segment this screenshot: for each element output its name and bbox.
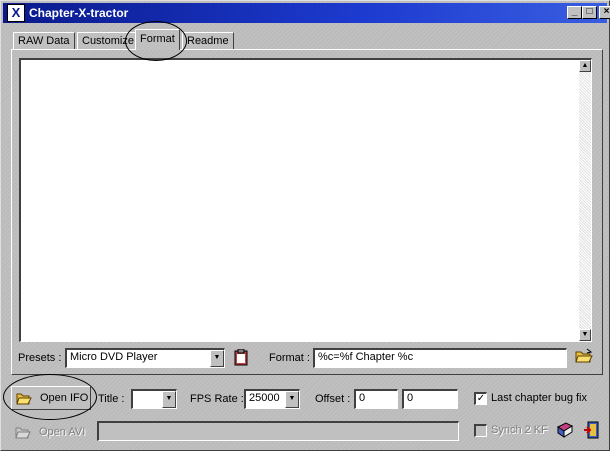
open-ifo-label: Open IFO <box>40 392 89 404</box>
offset-input-1[interactable]: 0 <box>354 389 398 409</box>
presets-label: Presets : <box>18 352 62 364</box>
title-select[interactable]: ▼ <box>131 389 177 409</box>
synch-checkbox[interactable] <box>474 424 487 437</box>
offset-input-2[interactable]: 0 <box>402 389 458 409</box>
vertical-scrollbar[interactable]: ▲ ▼ <box>579 60 591 341</box>
offset-label: Offset : <box>315 393 351 405</box>
window-title: Chapter-X-tractor <box>29 6 129 20</box>
book-icon[interactable] <box>556 422 574 438</box>
avi-path-input[interactable] <box>97 421 459 441</box>
presets-selected-value: Micro DVD Player <box>70 351 158 363</box>
title-bar[interactable]: X Chapter-X-tractor _ □ × <box>3 3 610 23</box>
tab-customize[interactable]: Customize <box>77 32 139 49</box>
tab-format[interactable]: Format <box>135 29 180 50</box>
last-chapter-fix-checkbox[interactable]: ✓ <box>474 392 487 405</box>
folder-open-icon <box>15 427 31 439</box>
folder-open-icon[interactable] <box>575 348 593 364</box>
tab-raw-data[interactable]: RAW Data <box>13 32 75 49</box>
open-avi-label: Open AVI <box>39 426 86 438</box>
title-label: Title : <box>98 393 125 405</box>
open-ifo-button[interactable]: Open IFO <box>11 386 91 410</box>
presets-select[interactable]: Micro DVD Player ▼ <box>65 348 225 368</box>
folder-open-icon <box>16 393 32 405</box>
app-icon: X <box>7 4 25 22</box>
chevron-down-icon[interactable]: ▼ <box>210 350 224 367</box>
main-window: X Chapter-X-tractor _ □ × RAW Data Custo… <box>0 0 610 451</box>
close-button[interactable]: × <box>599 6 610 19</box>
exit-door-icon[interactable] <box>583 421 601 439</box>
maximize-button[interactable]: □ <box>582 6 597 19</box>
clipboard-icon[interactable] <box>234 349 248 366</box>
fps-selected-value: 25000 <box>249 392 280 404</box>
tab-readme[interactable]: Readme <box>182 32 234 49</box>
synch-label: Synch 2 KF <box>491 424 548 436</box>
chevron-down-icon[interactable]: ▼ <box>162 391 176 408</box>
minimize-button[interactable]: _ <box>567 6 582 19</box>
fps-rate-select[interactable]: 25000 ▼ <box>244 389 300 409</box>
format-input[interactable]: %c=%f Chapter %c <box>313 348 567 368</box>
scroll-up-button[interactable]: ▲ <box>579 60 591 72</box>
format-output-textarea[interactable]: ▲ ▼ <box>19 58 592 342</box>
scroll-down-button[interactable]: ▼ <box>579 329 591 341</box>
last-chapter-fix-label: Last chapter bug fix <box>491 392 588 404</box>
fps-rate-label: FPS Rate : <box>190 393 244 405</box>
chevron-down-icon[interactable]: ▼ <box>285 391 299 408</box>
format-label: Format : <box>269 352 310 364</box>
